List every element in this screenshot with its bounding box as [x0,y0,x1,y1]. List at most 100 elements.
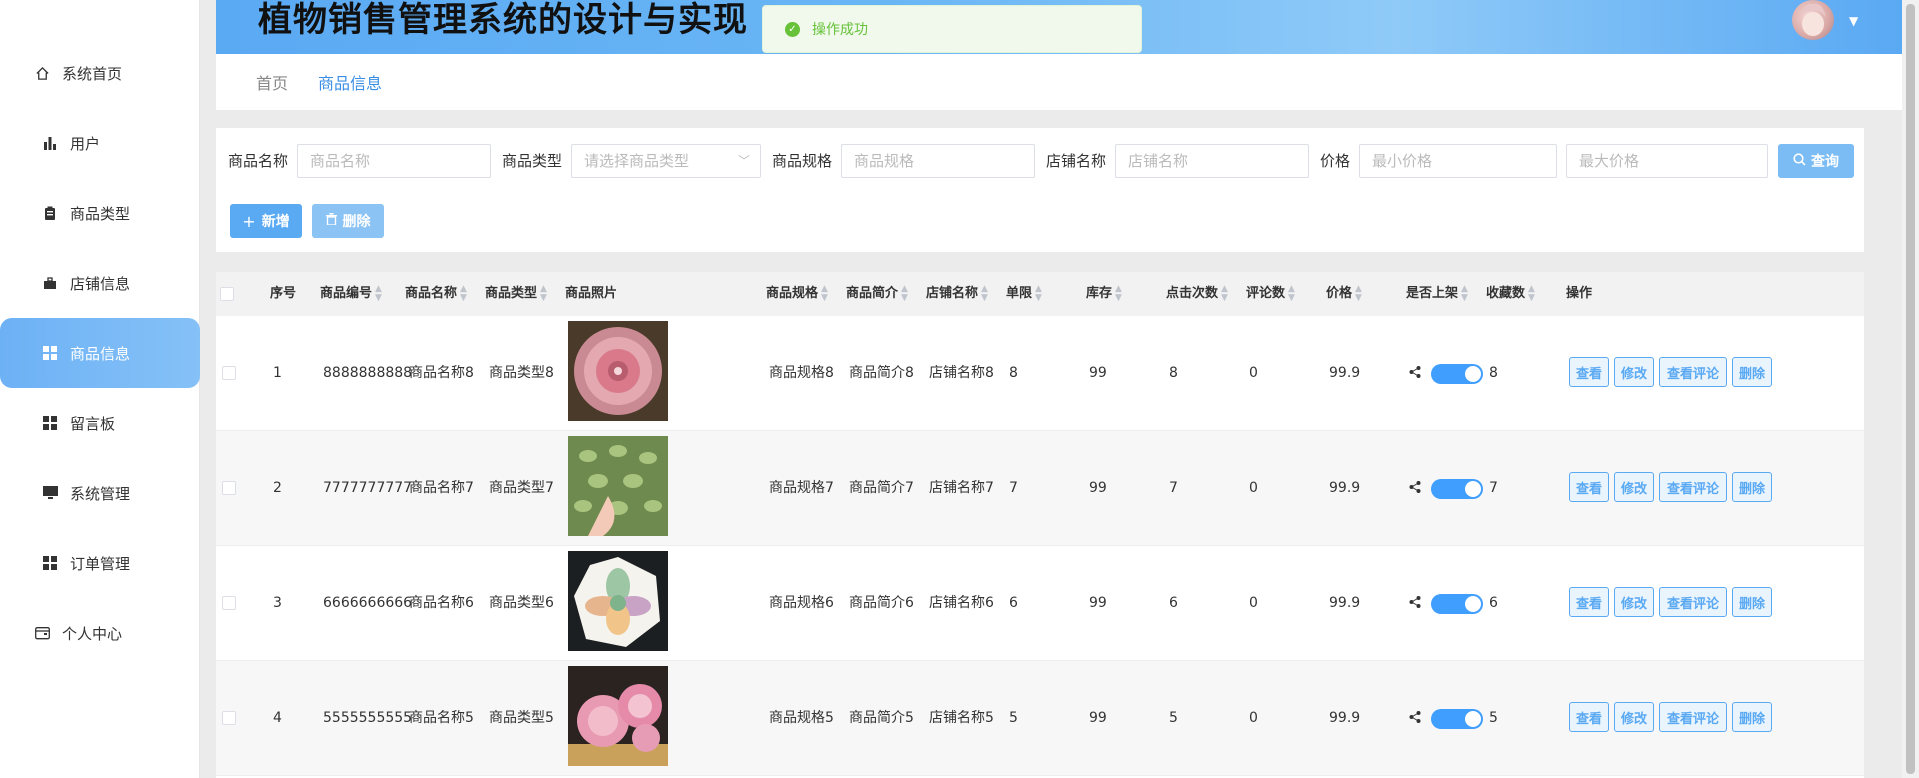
th-clicks[interactable]: 点击次数 ▲ ▼ [1166,272,1228,316]
max-price-input[interactable]: 最大价格 [1566,144,1768,178]
search-icon [1793,152,1806,170]
product-photo[interactable] [568,321,668,421]
cell-stock: 99 [1089,595,1107,611]
select-all-checkbox[interactable] [220,287,234,301]
edit-button[interactable]: 修改 [1614,357,1654,387]
cell-type: 商品类型5 [489,710,554,726]
cell-favs: 6 [1489,595,1498,611]
cell-shop: 店铺名称5 [929,710,994,726]
th-stock[interactable]: 库存 ▲ ▼ [1086,272,1122,316]
cell-favs: 5 [1489,710,1498,726]
cell-stock: 99 [1089,480,1107,496]
row-checkbox[interactable] [222,366,236,380]
view-button[interactable]: 查看 [1569,587,1609,617]
cell-type: 商品类型8 [489,365,554,381]
product-type-select[interactable]: 请选择商品类型 ﹀ [571,144,761,178]
th-comments[interactable]: 评论数 ▲ ▼ [1246,272,1295,316]
sidebar-item-message-board[interactable]: 留言板 [0,388,200,458]
view-comments-button[interactable]: 查看评论 [1659,702,1727,732]
sort-icon[interactable]: ▲ ▼ [901,284,908,303]
sort-icon[interactable]: ▲ ▼ [1035,284,1042,303]
delete-button[interactable]: 删除 [1732,587,1772,617]
on-shelf-switch[interactable] [1431,364,1483,384]
chevron-down-icon[interactable]: ▼ [1849,14,1858,28]
th-name[interactable]: 商品名称 ▲ ▼ [405,272,467,316]
th-code[interactable]: 商品编号 ▲ ▼ [320,272,382,316]
edit-button[interactable]: 修改 [1614,702,1654,732]
trash-icon [325,213,337,229]
on-shelf-switch[interactable] [1431,709,1483,729]
delete-button[interactable]: 删除 [1732,357,1772,387]
product-spec-input[interactable]: 商品规格 [841,144,1035,178]
sort-icon[interactable]: ▲ ▼ [1461,284,1468,303]
avatar[interactable] [1792,0,1834,40]
product-photo[interactable] [568,436,668,536]
view-comments-button[interactable]: 查看评论 [1659,472,1727,502]
check-circle-icon: ✓ [785,21,800,37]
edit-button[interactable]: 修改 [1614,472,1654,502]
row-checkbox[interactable] [222,481,236,495]
product-name-input[interactable]: 商品名称 [297,144,491,178]
query-button[interactable]: 查询 [1778,144,1854,178]
share-icon[interactable] [1409,481,1421,493]
sidebar-item-product-types[interactable]: 商品类型 [0,178,200,248]
product-photo[interactable] [568,551,668,651]
sort-icon[interactable]: ▲ ▼ [1355,284,1362,303]
sort-icon[interactable]: ▲ ▼ [460,284,467,303]
cell-name: 商品名称7 [409,480,474,496]
sort-icon[interactable]: ▲ ▼ [1221,284,1228,303]
share-icon[interactable] [1409,366,1421,378]
table-header: 序号 商品编号 ▲ ▼ 商品名称 ▲ ▼ 商品类型 ▲ ▼ 商品照片 商品规格 ▲ ▼ 商品简介… [216,272,1864,316]
th-limit[interactable]: 单限 ▲ ▼ [1006,272,1042,316]
cell-code: 8888888888 [323,365,413,381]
sidebar-item-products[interactable]: 商品信息 [0,318,200,388]
sort-icon[interactable]: ▲ ▼ [540,284,547,303]
th-shop[interactable]: 店铺名称 ▲ ▼ [926,272,988,316]
page-scrollbar[interactable] [1902,0,1919,778]
on-shelf-switch[interactable] [1431,479,1483,499]
scrollbar-thumb[interactable] [1906,4,1915,774]
sidebar-item-orders[interactable]: 订单管理 [0,528,200,598]
plus-icon: + [242,211,256,231]
sort-icon[interactable]: ▲ ▼ [1288,284,1295,303]
delete-button[interactable]: 删除 [1732,472,1772,502]
delete-button[interactable]: 删除 [1732,702,1772,732]
th-spec[interactable]: 商品规格 ▲ ▼ [766,272,828,316]
sort-icon[interactable]: ▲ ▼ [1115,284,1122,303]
shop-name-input[interactable]: 店铺名称 [1115,144,1309,178]
th-favs[interactable]: 收藏数 ▲ ▼ [1486,272,1535,316]
cell-index: 2 [273,480,282,496]
th-type[interactable]: 商品类型 ▲ ▼ [485,272,547,316]
share-icon[interactable] [1409,711,1421,723]
batch-delete-button[interactable]: 删除 [312,204,384,238]
view-comments-button[interactable]: 查看评论 [1659,587,1727,617]
sidebar-item-system[interactable]: 系统管理 [0,458,200,528]
monitor-icon [42,485,58,501]
sort-icon[interactable]: ▲ ▼ [981,284,988,303]
add-button[interactable]: + 新增 [230,204,302,238]
min-price-input[interactable]: 最小价格 [1359,144,1557,178]
sort-icon[interactable]: ▲ ▼ [821,284,828,303]
view-button[interactable]: 查看 [1569,357,1609,387]
row-checkbox[interactable] [222,596,236,610]
view-comments-button[interactable]: 查看评论 [1659,357,1727,387]
sidebar-item-shops[interactable]: 店铺信息 [0,248,200,318]
th-on-shelf[interactable]: 是否上架 ▲ ▼ [1406,272,1468,316]
chevron-down-icon: ﹀ [737,154,750,168]
view-button[interactable]: 查看 [1569,472,1609,502]
sidebar-item-users[interactable]: 用户 [0,108,200,178]
product-photo[interactable] [568,666,668,766]
sidebar-item-profile[interactable]: 个人中心 [0,598,200,668]
sort-icon[interactable]: ▲ ▼ [1528,284,1535,303]
edit-button[interactable]: 修改 [1614,587,1654,617]
sidebar-item-home[interactable]: 系统首页 [0,38,200,108]
sort-icon[interactable]: ▲ ▼ [375,284,382,303]
share-icon[interactable] [1409,596,1421,608]
cell-clicks: 6 [1169,595,1178,611]
th-intro[interactable]: 商品简介 ▲ ▼ [846,272,908,316]
th-price[interactable]: 价格 ▲ ▼ [1326,272,1362,316]
breadcrumb-home[interactable]: 首页 [256,70,288,94]
view-button[interactable]: 查看 [1569,702,1609,732]
on-shelf-switch[interactable] [1431,594,1483,614]
row-checkbox[interactable] [222,711,236,725]
